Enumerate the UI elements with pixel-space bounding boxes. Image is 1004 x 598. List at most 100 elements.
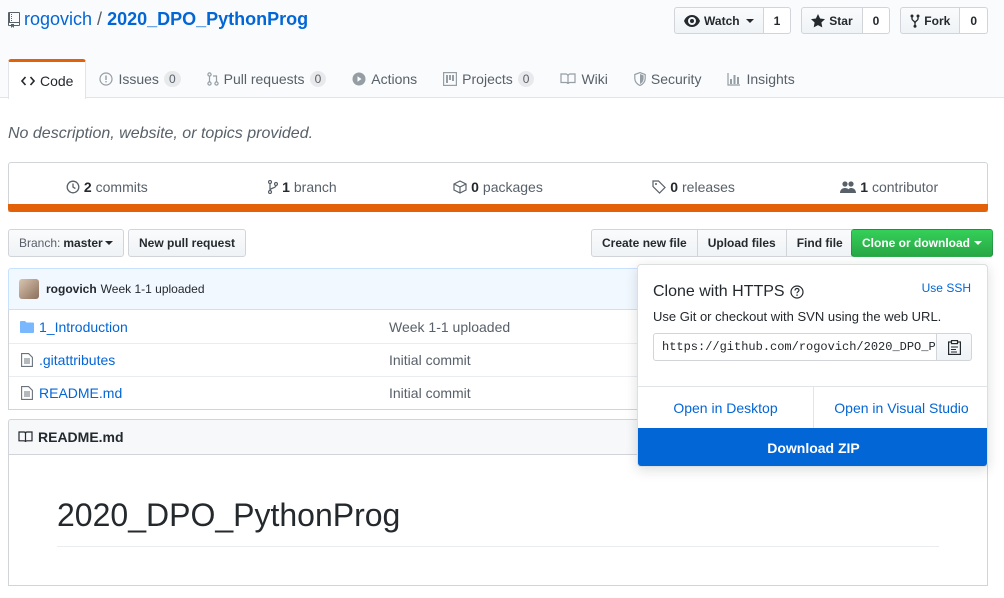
shield-icon [634,72,646,86]
packages-count: 0 [471,179,479,195]
chevron-down-icon [974,241,982,245]
releases-count: 0 [670,179,679,195]
clone-or-download-button[interactable]: Clone or download [851,229,993,257]
releases-label: releases [682,179,735,195]
book-icon [560,73,577,85]
watch-count[interactable]: 1 [763,7,792,34]
play-icon [352,72,366,86]
tab-issues[interactable]: Issues 0 [86,59,193,98]
commit-author-link[interactable]: rogovich [46,282,97,296]
repo-owner-link[interactable]: rogovich [24,9,92,30]
question-icon[interactable] [789,285,804,299]
branch-select-button[interactable]: Branch: master [8,229,124,257]
star-button[interactable]: Star [801,7,863,34]
repo-title: rogovich / 2020_DPO_PythonProg [8,9,308,30]
language-bar[interactable] [8,204,988,212]
file-icon [9,386,39,400]
branch-select-value: master [63,236,103,250]
star-icon [811,13,826,27]
copy-url-button[interactable] [936,333,972,361]
tag-icon [652,180,667,194]
tab-projects-label: Projects [462,71,513,87]
find-file-button[interactable]: Find file [785,229,854,257]
upload-files-button[interactable]: Upload files [696,229,787,257]
pull-requests-counter: 0 [309,71,327,87]
package-icon [453,180,467,194]
readme-body: 2020_DPO_PythonProg [8,455,988,586]
tab-actions-label: Actions [371,71,418,87]
branch-select-label: Branch: [19,236,61,250]
watch-label: Watch [704,13,740,28]
projects-counter: 0 [517,71,535,87]
clone-or-download-label: Clone or download [862,236,970,250]
code-icon [21,75,35,86]
contributor-label: contributor [871,179,939,195]
file-name-link[interactable]: .gitattributes [39,352,389,368]
clone-title-text: Clone with HTTPS [653,283,785,300]
chevron-down-icon [104,241,113,245]
use-ssh-link[interactable]: Use SSH [922,281,971,295]
tab-security[interactable]: Security [621,59,715,98]
tab-pull-requests-label: Pull requests [223,71,305,87]
project-icon [443,72,458,86]
repo-name-link[interactable]: 2020_DPO_PythonProg [107,9,308,30]
file-name-link[interactable]: README.md [39,385,389,401]
open-in-desktop-button[interactable]: Open in Desktop [638,387,814,428]
repo-nav: Code Issues 0 Pull requests 0 Actions Pr… [8,59,808,99]
download-zip-button[interactable]: Download ZIP [638,428,987,466]
tab-issues-label: Issues [118,71,159,87]
tab-code[interactable]: Code [8,59,87,99]
tab-projects[interactable]: Projects 0 [430,59,547,98]
commit-message-link[interactable]: Week 1-1 uploaded [101,282,205,296]
people-icon [840,181,857,193]
commits-label: commits [95,179,148,195]
file-name-link[interactable]: 1_Introduction [39,319,389,335]
repo-icon [8,11,20,28]
file-navigation: Create new file Upload files Find file [591,229,854,257]
clone-help-text: Use Git or checkout with SVN using the w… [653,309,942,324]
packages-label: packages [482,179,543,195]
clone-title: Clone with HTTPS [653,283,804,301]
readme-heading: 2020_DPO_PythonProg [57,497,939,547]
tab-insights[interactable]: Insights [714,59,807,98]
new-pull-request-button[interactable]: New pull request [128,229,247,257]
pull-request-icon [206,72,219,86]
tab-security-label: Security [650,71,702,87]
chevron-down-icon [745,18,754,23]
fork-count[interactable]: 0 [960,7,988,34]
star-label: Star [829,13,853,28]
branch-icon [268,180,279,194]
fork-label: Fork [924,13,951,28]
repo-description: No description, website, or topics provi… [8,125,314,142]
folder-icon [9,320,39,333]
tab-wiki-label: Wiki [581,71,608,87]
watch-group: Watch 1 [674,7,792,34]
book-icon [18,431,33,443]
tab-actions[interactable]: Actions [339,59,430,98]
fork-button[interactable]: Fork [900,7,961,34]
issue-icon [99,72,114,86]
tab-pull-requests[interactable]: Pull requests 0 [194,59,340,98]
open-options: Open in Desktop Open in Visual Studio [638,386,987,428]
tab-wiki[interactable]: Wiki [547,59,620,98]
repo-separator: / [97,9,103,29]
file-commit-message-link[interactable]: Initial commit [389,352,471,368]
clipboard-icon [947,339,961,355]
watch-button[interactable]: Watch [674,7,764,34]
tab-insights-label: Insights [746,71,795,87]
branch-label: branch [293,179,337,195]
clone-dropdown: Clone with HTTPS Use SSH Use Git or chec… [637,264,988,467]
commits-count: 2 [83,179,92,195]
file-commit-message-link[interactable]: Week 1-1 uploaded [389,319,510,335]
file-icon [9,353,39,367]
avatar[interactable] [19,279,39,299]
eye-icon [684,14,701,27]
history-icon [66,180,80,194]
create-new-file-button[interactable]: Create new file [591,229,698,257]
star-count[interactable]: 0 [862,7,891,34]
branch-count: 1 [282,179,290,195]
file-commit-message-link[interactable]: Initial commit [389,385,471,401]
fork-group: Fork 0 [900,7,988,34]
clone-url-input[interactable]: https://github.com/rogovich/2020_DPO_Pyt [653,333,937,361]
open-in-visual-studio-button[interactable]: Open in Visual Studio [814,387,987,428]
